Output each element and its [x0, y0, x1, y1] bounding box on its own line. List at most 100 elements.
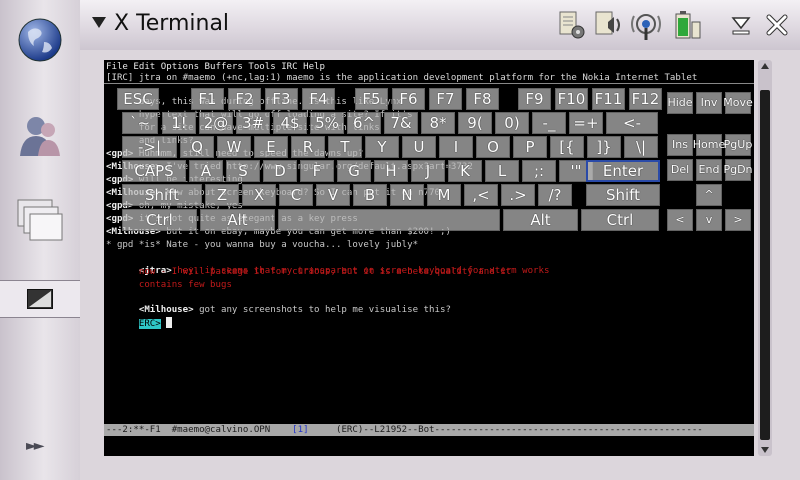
key-alt[interactable]: Alt [503, 209, 578, 231]
key-symbol-28[interactable]: =+ [569, 112, 603, 134]
key-e[interactable]: E [254, 136, 288, 158]
key-symbol-44[interactable]: [{ [550, 136, 584, 158]
key-symbol-16[interactable]: `~ [122, 112, 158, 134]
scroll-up-arrow-icon[interactable] [761, 63, 769, 69]
applications-icon[interactable] [8, 188, 72, 252]
terminal-scrollbar[interactable] [758, 60, 772, 456]
key-z[interactable]: Z [205, 184, 239, 206]
key-move[interactable]: Move [723, 92, 753, 114]
key-4[interactable]: 4$ [273, 112, 307, 134]
key-v[interactable]: v [696, 209, 722, 231]
key-esc[interactable]: ESC [117, 88, 159, 110]
key-del[interactable]: Del [667, 159, 693, 181]
key-a[interactable]: A [189, 160, 223, 182]
key-symbol-46[interactable]: \| [624, 136, 658, 158]
key-f2[interactable]: F2 [228, 88, 261, 110]
key-space[interactable] [278, 209, 500, 231]
xterm-task-item[interactable] [0, 280, 80, 318]
minimize-button[interactable] [728, 12, 754, 38]
key-f3[interactable]: F3 [265, 88, 298, 110]
key-hide[interactable]: Hide [667, 92, 693, 114]
key-symbol-27[interactable]: -_ [532, 112, 566, 134]
key-symbol-33[interactable]: ->| [122, 136, 177, 158]
input-line[interactable]: ERC> [106, 305, 173, 342]
key-u[interactable]: U [402, 136, 436, 158]
key-symbol-74[interactable]: /? [538, 184, 572, 206]
key-pgdn[interactable]: PgDn [723, 159, 753, 181]
menu-arrow-icon[interactable] [92, 17, 106, 28]
key-pgup[interactable]: PgUp [724, 134, 752, 156]
close-button[interactable] [764, 12, 790, 38]
key-p[interactable]: P [513, 136, 547, 158]
key-f4[interactable]: F4 [302, 88, 335, 110]
key-enter[interactable]: Enter [586, 160, 660, 182]
battery-icon[interactable] [670, 8, 704, 42]
key-shift[interactable]: Shift [122, 184, 202, 206]
key-alt[interactable]: Alt [200, 209, 275, 231]
key-c[interactable]: C [279, 184, 313, 206]
key-t[interactable]: T [328, 136, 362, 158]
key-5[interactable]: 5% [310, 112, 344, 134]
key-g[interactable]: G [337, 160, 371, 182]
key-f1[interactable]: F1 [191, 88, 224, 110]
key-h[interactable]: H [374, 160, 408, 182]
web-browser-icon[interactable] [8, 8, 72, 72]
key-f9[interactable]: F9 [518, 88, 551, 110]
key-symbol-72[interactable]: ,< [464, 184, 498, 206]
key-8[interactable]: 8* [421, 112, 455, 134]
key-1[interactable]: 1! [162, 112, 196, 134]
key-w[interactable]: W [217, 136, 251, 158]
contacts-icon[interactable] [8, 104, 72, 168]
key-2[interactable]: 2@ [199, 112, 233, 134]
key-f8[interactable]: F8 [466, 88, 499, 110]
key-x[interactable]: X [242, 184, 276, 206]
key-f10[interactable]: F10 [555, 88, 588, 110]
key-d[interactable]: D [263, 160, 297, 182]
key-9[interactable]: 9( [458, 112, 492, 134]
connectivity-icon[interactable] [630, 8, 664, 42]
key-b[interactable]: B [353, 184, 387, 206]
key-symbol-76[interactable]: < [667, 209, 693, 231]
key-6[interactable]: 6^ [347, 112, 381, 134]
key-0[interactable]: 0) [495, 112, 529, 134]
scroll-thumb[interactable] [760, 90, 770, 440]
key-m[interactable]: M [427, 184, 461, 206]
key-f6[interactable]: F6 [392, 88, 425, 110]
key-r[interactable]: R [291, 136, 325, 158]
key-f[interactable]: F [300, 160, 334, 182]
key-symbol-29[interactable]: <- [606, 112, 658, 134]
key-symbol-60[interactable]: ;: [522, 160, 556, 182]
window-title[interactable]: X Terminal [114, 11, 229, 36]
display-settings-icon[interactable] [554, 8, 588, 42]
key-symbol-63[interactable]: ^ [696, 184, 722, 206]
key-home[interactable]: Home [693, 134, 725, 156]
key-ins[interactable]: Ins [667, 134, 693, 156]
key-i[interactable]: I [439, 136, 473, 158]
key-f7[interactable]: F7 [429, 88, 462, 110]
key-q[interactable]: Q [180, 136, 214, 158]
key-j[interactable]: J [411, 160, 445, 182]
key-f5[interactable]: F5 [355, 88, 388, 110]
key-caps[interactable]: CAPS [122, 160, 186, 182]
key-symbol-78[interactable]: > [725, 209, 751, 231]
key-inv[interactable]: Inv [696, 92, 722, 114]
key-n[interactable]: N [390, 184, 424, 206]
key-k[interactable]: K [448, 160, 482, 182]
more-tasks-icon[interactable]: ►► [26, 438, 44, 454]
key-shift[interactable]: Shift [586, 184, 660, 206]
key-o[interactable]: O [476, 136, 510, 158]
key-f11[interactable]: F11 [592, 88, 625, 110]
key-s[interactable]: S [226, 160, 260, 182]
key-y[interactable]: Y [365, 136, 399, 158]
key-f12[interactable]: F12 [629, 88, 662, 110]
volume-icon[interactable] [592, 8, 626, 42]
key-symbol-73[interactable]: .> [501, 184, 535, 206]
key-ctrl[interactable]: Ctrl [581, 209, 659, 231]
key-end[interactable]: End [696, 159, 722, 181]
key-ctrl[interactable]: Ctrl [122, 209, 197, 231]
key-l[interactable]: L [485, 160, 519, 182]
terminal-view[interactable]: File Edit Options Buffers Tools IRC Help… [104, 60, 754, 456]
key-v[interactable]: V [316, 184, 350, 206]
scroll-down-arrow-icon[interactable] [761, 447, 769, 453]
key-7[interactable]: 7& [384, 112, 418, 134]
